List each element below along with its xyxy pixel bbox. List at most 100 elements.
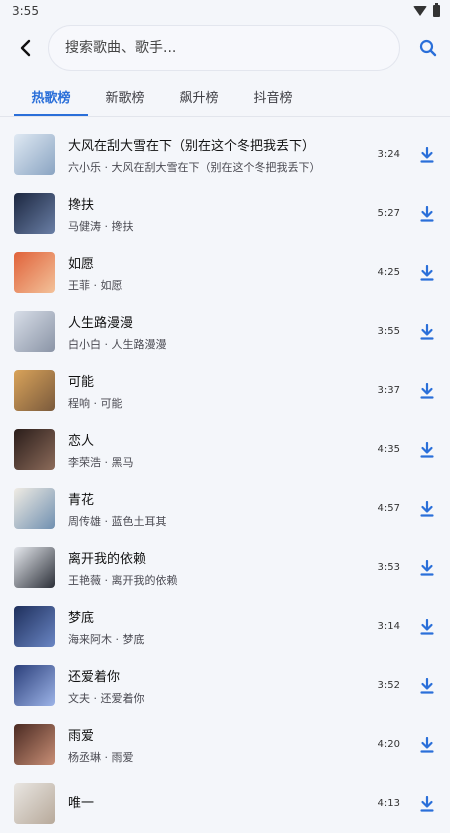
- download-icon: [420, 146, 434, 163]
- song-title: 还爱着你: [68, 669, 121, 685]
- song-info: 恋人 李荣浩 · 黑马: [68, 430, 366, 470]
- song-row[interactable]: 唯一 4:13: [0, 774, 450, 833]
- song-artist-album: 王艳薇 · 离开我的依赖: [68, 573, 178, 587]
- download-button[interactable]: [418, 440, 436, 460]
- top-bar: [0, 22, 450, 74]
- song-artist-album: 杨丞琳 · 雨爱: [68, 750, 134, 764]
- download-button[interactable]: [418, 794, 436, 814]
- album-cover: [14, 252, 55, 293]
- song-title: 梦底: [68, 610, 95, 626]
- song-info: 离开我的依赖王艳薇 · 离开我的依赖: [68, 548, 366, 588]
- album-cover: [14, 429, 55, 470]
- download-icon: [420, 500, 434, 517]
- download-icon: [420, 795, 434, 812]
- download-icon: [420, 736, 434, 753]
- back-arrow-icon: [20, 39, 31, 57]
- song-title: 雨爱: [68, 728, 95, 744]
- download-button[interactable]: [418, 499, 436, 519]
- tab-douyin[interactable]: 抖音榜: [236, 87, 310, 116]
- download-icon: [420, 323, 434, 340]
- search-button[interactable]: [414, 34, 442, 62]
- album-cover: [14, 134, 55, 175]
- download-icon: [420, 559, 434, 576]
- song-info: 人生路漫漫白小白 · 人生路漫漫: [68, 312, 366, 352]
- download-icon: [420, 382, 434, 399]
- chart-tabs: 热歌榜 新歌榜 飙升榜 抖音榜: [0, 74, 450, 116]
- song-title: 离开我的依赖: [68, 551, 147, 567]
- song-duration: 5:27: [377, 208, 400, 219]
- song-row[interactable]: 梦底 海来阿木 · 梦底 3:14: [0, 597, 450, 656]
- album-cover: [14, 193, 55, 234]
- song-row[interactable]: 大风在刮大雪在下（别在这个冬把我丢下） 六小乐 · 大风在刮大雪在下（别在这个冬把…: [0, 125, 450, 184]
- song-artist-album: 白小白 · 人生路漫漫: [68, 337, 167, 351]
- song-row[interactable]: 离开我的依赖王艳薇 · 离开我的依赖 3:53: [0, 538, 450, 597]
- download-icon: [420, 677, 434, 694]
- song-title: 大风在刮大雪在下（别在这个冬把我丢下）: [68, 138, 316, 154]
- search-box[interactable]: [48, 25, 400, 71]
- tab-rising[interactable]: 飙升榜: [162, 87, 236, 116]
- song-title: 青花: [68, 492, 95, 508]
- song-info: 雨爱杨丞琳 · 雨爱: [68, 725, 366, 765]
- tab-hot[interactable]: 热歌榜: [14, 87, 88, 116]
- song-title: 唯一: [68, 795, 95, 811]
- download-icon: [420, 618, 434, 635]
- download-icon: [420, 441, 434, 458]
- song-row[interactable]: 雨爱杨丞琳 · 雨爱 4:20: [0, 715, 450, 774]
- download-button[interactable]: [418, 617, 436, 637]
- song-title: 搀扶: [68, 197, 95, 213]
- wifi-icon: [413, 6, 427, 16]
- download-button[interactable]: [418, 263, 436, 283]
- song-row[interactable]: 恋人 李荣浩 · 黑马 4:35: [0, 420, 450, 479]
- song-row[interactable]: 青花周传雄 · 蓝色土耳其 4:57: [0, 479, 450, 538]
- album-cover: [14, 724, 55, 765]
- tab-new[interactable]: 新歌榜: [88, 87, 162, 116]
- album-cover: [14, 547, 55, 588]
- song-info: 搀扶 马健涛 · 搀扶: [68, 194, 366, 234]
- song-artist-album: 文夫 · 还爱着你: [68, 691, 145, 705]
- song-title: 可能: [68, 374, 95, 390]
- download-button[interactable]: [418, 322, 436, 342]
- back-button[interactable]: [14, 36, 38, 60]
- download-icon: [420, 264, 434, 281]
- song-info: 还爱着你文夫 · 还爱着你: [68, 666, 366, 706]
- song-info: 唯一: [68, 792, 366, 816]
- song-duration: 3:55: [377, 326, 400, 337]
- download-button[interactable]: [418, 381, 436, 401]
- song-artist-album: 王菲 · 如愿: [68, 278, 123, 292]
- song-list: 大风在刮大雪在下（别在这个冬把我丢下） 六小乐 · 大风在刮大雪在下（别在这个冬把…: [0, 125, 450, 833]
- song-artist-album: 周传雄 · 蓝色土耳其: [68, 514, 167, 528]
- battery-icon: [433, 3, 440, 17]
- album-cover: [14, 783, 55, 824]
- song-info: 青花周传雄 · 蓝色土耳其: [68, 489, 366, 529]
- song-artist-album: 六小乐 · 大风在刮大雪在下（别在这个冬把我丢下）: [68, 160, 321, 174]
- song-info: 大风在刮大雪在下（别在这个冬把我丢下） 六小乐 · 大风在刮大雪在下（别在这个冬把…: [68, 135, 366, 175]
- song-row[interactable]: 还爱着你文夫 · 还爱着你 3:52: [0, 656, 450, 715]
- song-row[interactable]: 搀扶 马健涛 · 搀扶 5:27: [0, 184, 450, 243]
- song-row[interactable]: 如愿王菲 · 如愿 4:25: [0, 243, 450, 302]
- search-input[interactable]: [63, 39, 385, 57]
- album-cover: [14, 665, 55, 706]
- song-artist-album: 海来阿木 · 梦底: [68, 632, 145, 646]
- song-row[interactable]: 可能 程响 · 可能 3:37: [0, 361, 450, 420]
- download-button[interactable]: [418, 204, 436, 224]
- download-button[interactable]: [418, 145, 436, 165]
- song-row[interactable]: 人生路漫漫白小白 · 人生路漫漫 3:55: [0, 302, 450, 361]
- song-title: 如愿: [68, 256, 95, 272]
- album-cover: [14, 488, 55, 529]
- song-title: 恋人: [68, 433, 95, 449]
- download-button[interactable]: [418, 676, 436, 696]
- song-info: 梦底海来阿木 · 梦底: [68, 607, 366, 647]
- download-button[interactable]: [418, 735, 436, 755]
- song-duration: 4:25: [377, 267, 400, 278]
- status-icons: [413, 3, 440, 17]
- song-duration: 4:35: [377, 444, 400, 455]
- download-button[interactable]: [418, 558, 436, 578]
- song-title: 人生路漫漫: [68, 315, 134, 331]
- song-duration: 3:52: [377, 680, 400, 691]
- song-duration: 4:20: [377, 739, 400, 750]
- album-cover: [14, 606, 55, 647]
- song-artist-album: 程响 · 可能: [68, 396, 123, 410]
- song-info: 如愿王菲 · 如愿: [68, 253, 366, 293]
- song-duration: 3:53: [377, 562, 400, 573]
- song-duration: 4:57: [377, 503, 400, 514]
